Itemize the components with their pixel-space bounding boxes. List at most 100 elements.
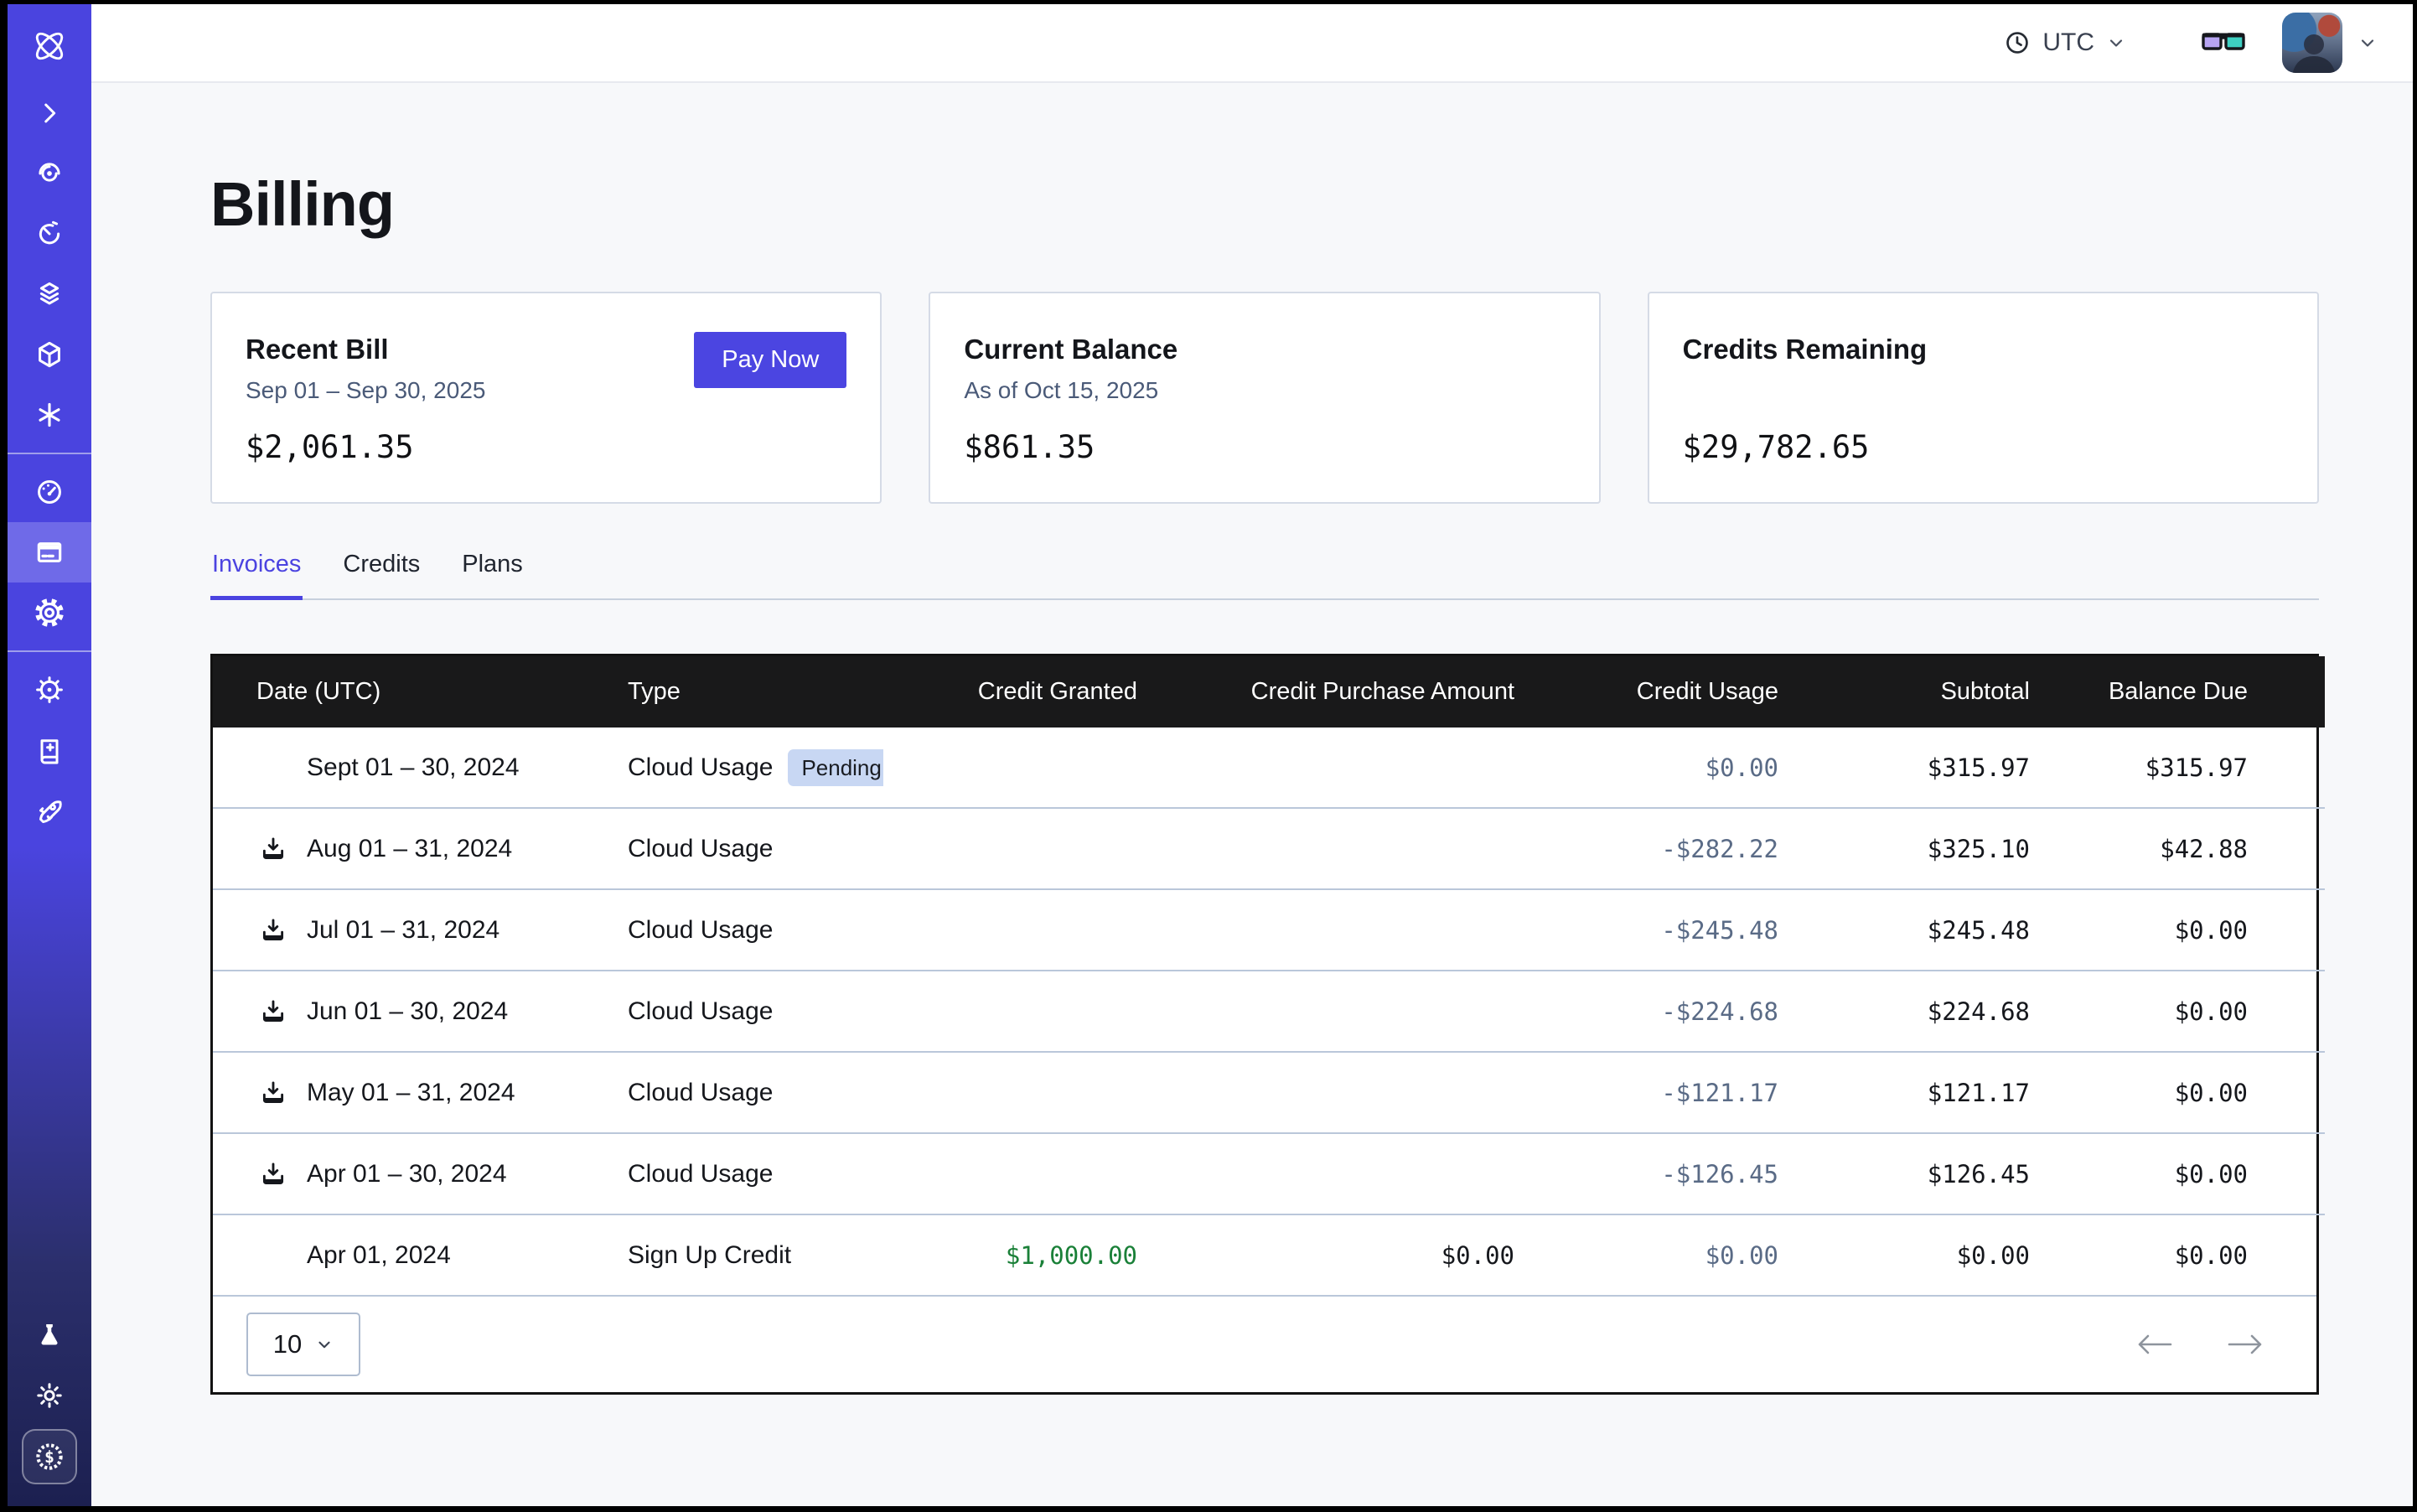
main-area: UTC — [91, 4, 2413, 1506]
prev-page-arrow-left-icon[interactable] — [2135, 1332, 2174, 1357]
invoices-table-container: Date (UTC) Type Credit Granted Credit Pu… — [210, 654, 2319, 1395]
credit-granted-cell — [883, 1133, 1164, 1214]
table-row: May 01 – 31, 2024 Cloud Usage -$121.17 $… — [213, 1052, 2325, 1133]
invoice-date: Jul 01 – 31, 2024 — [307, 916, 499, 945]
helm-icon[interactable] — [8, 660, 91, 720]
download-invoice-icon[interactable] — [256, 997, 290, 1026]
column-header-type: Type — [601, 656, 883, 728]
column-header-balance-due: Balance Due — [2057, 656, 2325, 728]
pagination-arrows — [2135, 1332, 2264, 1357]
app-logo-icon[interactable] — [8, 9, 91, 83]
gear-icon[interactable] — [8, 583, 91, 643]
invoice-type: Cloud Usage — [628, 997, 773, 1026]
download-invoice-icon[interactable] — [256, 916, 290, 945]
balance-due-cell: $0.00 — [2057, 1214, 2325, 1295]
download-invoice-icon[interactable] — [256, 835, 290, 863]
credit-granted-cell: $1,000.00 — [883, 1214, 1164, 1295]
balance-due-cell: $315.97 — [2057, 728, 2325, 808]
credit-granted-cell — [883, 889, 1164, 971]
card-subtitle: As of Oct 15, 2025 — [964, 377, 1565, 406]
table-row: Jun 01 – 30, 2024 Cloud Usage -$224.68 $… — [213, 971, 2325, 1052]
tab-plans[interactable]: Plans — [460, 551, 525, 600]
column-header-credit-purchase-amount: Credit Purchase Amount — [1164, 656, 1541, 728]
table-pagination: 10 — [213, 1295, 2316, 1392]
page-title: Billing — [210, 168, 2319, 240]
sun-icon[interactable] — [8, 1365, 91, 1426]
invoice-type: Cloud Usage — [628, 1160, 773, 1188]
credit-granted-cell — [883, 728, 1164, 808]
credit-usage-cell: $0.00 — [1541, 1214, 1805, 1295]
credit-usage-cell: -$282.22 — [1541, 808, 1805, 889]
credit-purchase-amount-cell — [1164, 728, 1541, 808]
download-invoice-icon[interactable] — [256, 1079, 290, 1107]
pay-now-button[interactable]: Pay Now — [694, 332, 846, 388]
tab-credits[interactable]: Credits — [341, 551, 422, 600]
collapse-chevron-right-icon[interactable] — [8, 83, 91, 143]
credits-remaining-card: Credits Remaining $29,782.65 — [1648, 292, 2319, 504]
billing-page: Billing Recent Bill Sep 01 – Sep 30, 202… — [91, 83, 2413, 1506]
timer-icon[interactable] — [8, 204, 91, 264]
credit-purchase-amount-cell — [1164, 889, 1541, 971]
invoice-date: May 01 – 31, 2024 — [307, 1079, 515, 1107]
current-balance-card: Current Balance As of Oct 15, 2025 $861.… — [929, 292, 1600, 504]
chevron-down-icon — [315, 1335, 334, 1354]
credit-granted-cell — [883, 1052, 1164, 1133]
credit-purchase-amount-cell — [1164, 1052, 1541, 1133]
timezone-selector[interactable]: UTC — [2004, 28, 2126, 57]
credit-purchase-amount-cell — [1164, 1133, 1541, 1214]
balance-due-cell: $0.00 — [2057, 889, 2325, 971]
flask-icon[interactable] — [8, 1305, 91, 1365]
page-size-select[interactable]: 10 — [246, 1313, 360, 1376]
credits-dollar-badge-button[interactable]: $ — [22, 1429, 77, 1484]
svg-text:$: $ — [44, 1447, 54, 1467]
cube-icon[interactable] — [8, 324, 91, 385]
credit-purchase-amount-cell: $0.00 — [1164, 1214, 1541, 1295]
subtotal-cell: $325.10 — [1805, 808, 2057, 889]
credit-granted-cell — [883, 971, 1164, 1052]
layers-icon[interactable] — [8, 264, 91, 324]
balance-due-cell: $0.00 — [2057, 1052, 2325, 1133]
card-title: Current Balance — [964, 334, 1565, 365]
user-avatar[interactable] — [2282, 13, 2342, 73]
table-row: Apr 01 – 30, 2024 Cloud Usage -$126.45 $… — [213, 1133, 2325, 1214]
subtotal-cell: $0.00 — [1805, 1214, 2057, 1295]
download-invoice-icon[interactable] — [256, 1160, 290, 1188]
credit-usage-cell: -$121.17 — [1541, 1052, 1805, 1133]
invoice-date: Apr 01 – 30, 2024 — [307, 1160, 507, 1188]
column-header-credit-usage: Credit Usage — [1541, 656, 1805, 728]
sidebar-divider — [8, 650, 91, 652]
subtotal-cell: $121.17 — [1805, 1052, 2057, 1133]
book-sparkle-icon[interactable] — [8, 720, 91, 780]
asterisk-icon[interactable] — [8, 385, 91, 445]
invoice-type: Cloud Usage — [628, 753, 773, 782]
topbar: UTC — [91, 4, 2413, 83]
recent-bill-card: Recent Bill Sep 01 – Sep 30, 2025 $2,061… — [210, 292, 882, 504]
table-row: Sept 01 – 30, 2024 Cloud Usage Pending $… — [213, 728, 2325, 808]
invoice-type: Sign Up Credit — [628, 1241, 791, 1270]
status-badge: Pending — [788, 749, 883, 786]
subtotal-cell: $126.45 — [1805, 1133, 2057, 1214]
invoice-type: Cloud Usage — [628, 1079, 773, 1107]
gauge-icon[interactable] — [8, 462, 91, 522]
table-header-row: Date (UTC) Type Credit Granted Credit Pu… — [213, 656, 2325, 728]
next-page-arrow-right-icon[interactable] — [2226, 1332, 2264, 1357]
credit-usage-cell: -$126.45 — [1541, 1133, 1805, 1214]
invoice-table-body: Sept 01 – 30, 2024 Cloud Usage Pending $… — [213, 728, 2325, 1295]
card-title: Credits Remaining — [1683, 334, 2284, 365]
tab-invoices[interactable]: Invoices — [210, 551, 303, 600]
rocket-icon[interactable] — [8, 780, 91, 841]
account-menu-chevron-down-icon[interactable] — [2357, 33, 2378, 53]
subtotal-cell: $245.48 — [1805, 889, 2057, 971]
credit-purchase-amount-cell — [1164, 971, 1541, 1052]
timezone-label: UTC — [2042, 28, 2094, 57]
3d-glasses-icon[interactable] — [2200, 26, 2247, 60]
credit-usage-cell: -$224.68 — [1541, 971, 1805, 1052]
sidebar: $ — [8, 4, 91, 1506]
invoice-date: Jun 01 – 30, 2024 — [307, 997, 508, 1026]
subtotal-cell: $224.68 — [1805, 971, 2057, 1052]
credit-granted-cell — [883, 808, 1164, 889]
spiral-icon[interactable] — [8, 143, 91, 204]
column-header-date: Date (UTC) — [213, 656, 601, 728]
sidebar-item-billing[interactable] — [8, 522, 91, 583]
recent-bill-amount: $2,061.35 — [246, 429, 846, 465]
